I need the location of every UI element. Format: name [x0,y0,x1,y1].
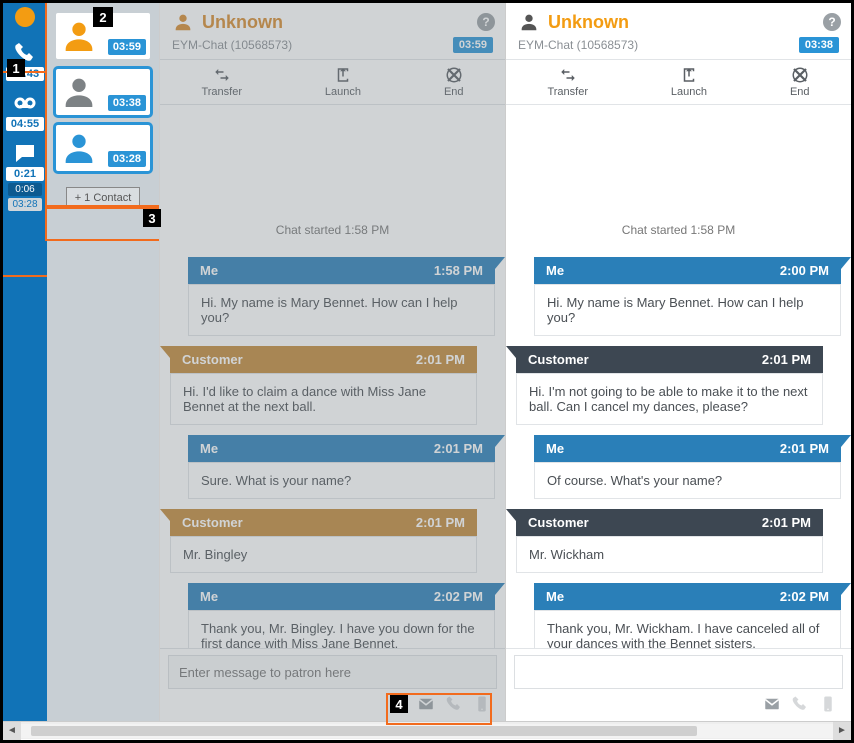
chat-title: Unknown [548,12,629,33]
chat-subtitle: EYM-Chat (10568573) [172,38,292,52]
scroll-thumb[interactable] [31,726,697,736]
message-body: Sure. What is your name? [188,462,495,499]
annotation-2-label: 2 [93,7,113,27]
chat-header: ? Unknown EYM-Chat (10568573) 03:59 [160,3,505,59]
chat-pane-left: ? Unknown EYM-Chat (10568573) 03:59 Trans… [159,3,505,721]
message-body: Mr. Bingley [170,536,477,573]
transfer-button[interactable]: Transfer [201,66,242,98]
contact-list: 2 03:59 03:38 03:28 + 1 Contact 3 [47,3,159,721]
help-icon[interactable]: ? [477,13,495,31]
message-sender: Me [200,589,218,604]
chat-input[interactable] [168,655,497,689]
chat-toolbar: Transfer Launch End [160,59,505,105]
mobile-icon[interactable] [473,695,491,713]
end-button[interactable]: End [444,66,464,98]
mail-icon[interactable] [417,695,435,713]
chat-input[interactable] [514,655,843,689]
chat-body[interactable]: Chat started 1:58 PM Me 2:00 PM Hi. My na… [506,105,851,648]
chat-pane-right: ? Unknown EYM-Chat (10568573) 03:38 Trans… [505,3,851,721]
scroll-left-arrow[interactable]: ◄ [3,722,21,740]
message-body: Hi. My name is Mary Bennet. How can I he… [188,284,495,336]
message-body: Hi. My name is Mary Bennet. How can I he… [534,284,841,336]
person-icon [518,11,540,33]
message-time: 2:01 PM [434,441,483,456]
scroll-right-arrow[interactable]: ► [833,722,851,740]
launch-button[interactable]: Launch [671,66,707,98]
chat-toolbar: Transfer Launch End [506,59,851,105]
chat-title: Unknown [202,12,283,33]
chat-timer-badge: 03:38 [799,37,839,53]
message-me: Me 2:01 PM Of course. What's your name? [516,435,841,499]
contact-time: 03:59 [108,39,146,55]
chat-header: ? Unknown EYM-Chat (10568573) 03:38 [506,3,851,59]
contact-card[interactable]: 03:28 [56,125,150,171]
message-body: Of course. What's your name? [534,462,841,499]
avatar-icon [56,69,102,115]
message-body: Thank you, Mr. Wickham. I have canceled … [534,610,841,648]
transfer-button[interactable]: Transfer [547,66,588,98]
app-frame: 1 02:43 04:55 0:21 0:06 03:28 2 03:59 03:… [0,0,854,743]
message-time: 2:01 PM [416,515,465,530]
status-dot[interactable] [15,7,35,27]
contact-card[interactable]: 03:38 [56,69,150,115]
message-body: Hi. I'm not going to be able to make it … [516,373,823,425]
contact-time: 03:38 [108,95,146,111]
mail-icon[interactable] [763,695,781,713]
message-sender: Customer [528,352,589,367]
message-cust: Customer 2:01 PM Hi. I'm not going to be … [516,346,841,425]
message-cust: Customer 2:01 PM Mr. Bingley [170,509,495,573]
annotation-4-label: 4 [390,695,408,713]
message-sender: Me [546,263,564,278]
phone-icon[interactable] [445,695,463,713]
message-me: Me 2:00 PM Hi. My name is Mary Bennet. Ho… [516,257,841,336]
chat-start-label: Chat started 1:58 PM [170,223,495,237]
message-sender: Me [546,441,564,456]
add-contact-button[interactable]: + 1 Contact [66,187,141,209]
message-sender: Customer [182,352,243,367]
left-rail: 1 02:43 04:55 0:21 0:06 03:28 [3,3,47,721]
message-time: 2:01 PM [416,352,465,367]
chat-start-label: Chat started 1:58 PM [516,223,841,237]
message-time: 2:01 PM [762,352,811,367]
annotation-3-label: 3 [143,209,161,227]
message-me: Me 2:01 PM Sure. What is your name? [170,435,495,499]
message-sender: Customer [182,515,243,530]
person-icon [172,11,194,33]
message-time: 1:58 PM [434,263,483,278]
help-icon[interactable]: ? [823,13,841,31]
message-time: 2:00 PM [780,263,829,278]
scroll-track[interactable] [21,724,833,738]
message-cust: Customer 2:01 PM Mr. Wickham [516,509,841,573]
message-sender: Me [546,589,564,604]
launch-button[interactable]: Launch [325,66,361,98]
end-button[interactable]: End [790,66,810,98]
message-time: 2:02 PM [780,589,829,604]
horizontal-scrollbar[interactable]: ◄ ► [3,721,851,739]
message-time: 2:01 PM [762,515,811,530]
annotation-1 [1,73,47,275]
message-me: Me 1:58 PM Hi. My name is Mary Bennet. Ho… [170,257,495,336]
mobile-icon[interactable] [819,695,837,713]
phone-icon[interactable] [791,695,809,713]
message-body: Mr. Wickham [516,536,823,573]
message-me: Me 2:02 PM Thank you, Mr. Wickham. I have… [516,583,841,648]
message-sender: Me [200,263,218,278]
chat-input-area [506,648,851,721]
chat-timer-badge: 03:59 [453,37,493,53]
message-body: Thank you, Mr. Bingley. I have you down … [188,610,495,648]
message-time: 2:02 PM [434,589,483,604]
avatar-icon [56,125,102,171]
message-sender: Me [200,441,218,456]
message-body: Hi. I'd like to claim a dance with Miss … [170,373,477,425]
chat-subtitle: EYM-Chat (10568573) [518,38,638,52]
annotation-1-label: 1 [7,59,25,77]
content-area: 1 02:43 04:55 0:21 0:06 03:28 2 03:59 03:… [3,3,851,721]
chat-input-area: 4 [160,648,505,721]
message-time: 2:01 PM [780,441,829,456]
message-me: Me 2:02 PM Thank you, Mr. Bingley. I have… [170,583,495,648]
chat-body[interactable]: Chat started 1:58 PM Me 1:58 PM Hi. My na… [160,105,505,648]
contact-time: 03:28 [108,151,146,167]
message-sender: Customer [528,515,589,530]
message-cust: Customer 2:01 PM Hi. I'd like to claim a … [170,346,495,425]
